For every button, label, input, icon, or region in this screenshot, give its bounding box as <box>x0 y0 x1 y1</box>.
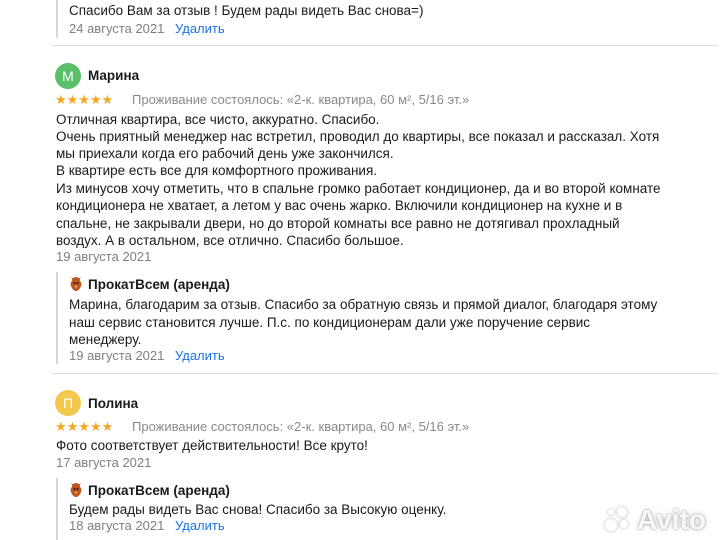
review-text-line: кондиционера не хватает, а летом у вас о… <box>56 198 623 213</box>
delete-reply-button[interactable]: Удалить <box>175 21 225 36</box>
delete-reply-button[interactable]: Удалить <box>175 348 225 363</box>
reply-date: 19 августа 2021 <box>69 348 165 363</box>
review-date: 17 августа 2021 <box>56 455 152 470</box>
avito-watermark: Avito <box>603 504 706 536</box>
rating-stars: ★★★★★ <box>55 92 114 107</box>
avatar: М <box>55 63 81 89</box>
reply-text-line: наш сервис становится лучше. П.с. по кон… <box>69 315 591 330</box>
review-text-line: Очень приятный менеджер нас встретил, пр… <box>56 129 660 144</box>
reply-date: 24 августа 2021 <box>69 21 165 36</box>
reply-text-line: Будем рады видеть Вас снова! Спасибо за … <box>69 502 447 517</box>
business-logo-icon <box>70 483 82 497</box>
reply-indent-bar <box>56 0 58 38</box>
stay-info: Проживание состоялось: «2-к. квартира, 6… <box>132 419 470 434</box>
reply-text: Спасибо Вам за отзыв ! Будем рады видеть… <box>69 3 424 18</box>
rating-stars: ★★★★★ <box>55 419 114 434</box>
reply-business-name: ПрокатВсем (аренда) <box>88 277 230 292</box>
review-text-line: В квартире есть все для комфортного прож… <box>56 163 378 178</box>
avito-logo-icon <box>603 505 633 535</box>
review-text-line: Из минусов хочу отметить, что в спальне … <box>56 181 661 196</box>
divider <box>52 45 718 46</box>
delete-reply-button[interactable]: Удалить <box>175 518 225 533</box>
review-date: 19 августа 2021 <box>56 249 152 264</box>
review-author: Марина <box>88 68 140 83</box>
divider <box>52 373 718 374</box>
watermark-text: Avito <box>637 504 706 535</box>
reply-indent-bar <box>56 478 58 540</box>
reply-text-line: Марина, благодарим за отзыв. Спасибо за … <box>69 297 658 312</box>
review-text-line: спальне, не закрывали двери, но до второ… <box>56 216 620 231</box>
business-logo-icon <box>70 277 82 291</box>
stay-info: Проживание состоялось: «2-к. квартира, 6… <box>132 92 470 107</box>
reply-indent-bar <box>56 272 58 364</box>
review-author: Полина <box>88 396 139 411</box>
review-text-line: мы приехали когда его рабочий день уже з… <box>56 146 394 161</box>
review-text-line: Фото соответствует действительности! Все… <box>56 438 368 453</box>
reply-text-line: менеджеру. <box>69 332 142 347</box>
review-text-line: воздух. А в остальном, все отлично. Спас… <box>56 233 404 248</box>
avatar: П <box>55 390 81 416</box>
reply-date: 18 августа 2021 <box>69 518 165 533</box>
reply-business-name: ПрокатВсем (аренда) <box>88 483 230 498</box>
review-text-line: Отличная квартира, все чисто, аккуратно.… <box>56 112 380 127</box>
